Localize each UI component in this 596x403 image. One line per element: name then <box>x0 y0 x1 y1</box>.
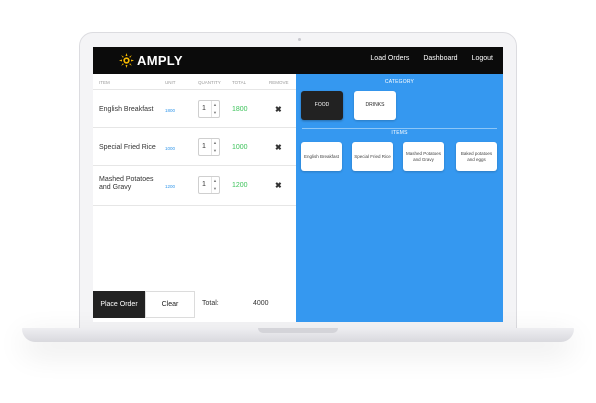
category-drinks-button[interactable]: DRINKS <box>354 91 396 120</box>
brand-name: AMPLY <box>137 53 183 68</box>
order-footer: Place Order Clear Total: 4000 <box>93 290 296 322</box>
top-navbar: AMPLY Load Orders Dashboard Logout <box>93 47 503 74</box>
nav-links: Load Orders Dashboard Logout <box>370 55 493 62</box>
order-table-header: ITEM UNIT QUANTITY TOTAL REMOVE <box>93 74 296 90</box>
header-remove: REMOVE <box>269 80 289 85</box>
brand-logo[interactable]: AMPLY <box>119 53 183 68</box>
nav-logout[interactable]: Logout <box>472 55 493 62</box>
row-item-name: Special Fried Rice <box>99 144 156 151</box>
chevron-up-icon[interactable]: ▲ <box>213 103 217 107</box>
row-total: 1200 <box>232 182 248 189</box>
row-unit-price: 1000 <box>165 146 176 151</box>
menu-item-card[interactable]: English Breakfast <box>301 142 342 171</box>
chevron-down-icon[interactable]: ▼ <box>213 187 217 191</box>
category-title: CATEGORY <box>384 79 415 85</box>
row-unit-price: 1200 <box>165 184 176 189</box>
quantity-stepper[interactable]: 1 ▲ ▼ <box>198 138 220 156</box>
total-label: Total: <box>202 300 219 307</box>
sun-icon <box>119 53 134 68</box>
row-total: 1800 <box>232 106 248 113</box>
quantity-value: 1 <box>202 143 206 150</box>
menu-item-card[interactable]: Special Fried Rice <box>352 142 393 171</box>
row-item-name: English Breakfast <box>99 106 154 113</box>
menu-panel: CATEGORY FOOD DRINKS ITEMS English Break… <box>296 74 503 322</box>
stepper-arrows: ▲ ▼ <box>211 139 219 155</box>
row-total: 1000 <box>232 144 248 151</box>
section-divider <box>302 128 497 129</box>
quantity-stepper[interactable]: 1 ▲ ▼ <box>198 100 220 118</box>
table-row: Mashed Potatoes and Gravy 1200 1 ▲ ▼ 120… <box>93 166 296 206</box>
chevron-down-icon[interactable]: ▼ <box>213 111 217 115</box>
header-unit: UNIT <box>165 80 176 85</box>
stepper-arrows: ▲ ▼ <box>211 101 219 117</box>
menu-item-card[interactable]: Mashed Potatoes and Gravy <box>403 142 444 171</box>
quantity-stepper[interactable]: 1 ▲ ▼ <box>198 176 220 194</box>
quantity-value: 1 <box>202 181 206 188</box>
stepper-arrows: ▲ ▼ <box>211 177 219 193</box>
order-panel: ITEM UNIT QUANTITY TOTAL REMOVE English … <box>93 74 296 322</box>
table-row: English Breakfast 1800 1 ▲ ▼ 1800 ✖ <box>93 90 296 128</box>
quantity-value: 1 <box>202 105 206 112</box>
table-row: Special Fried Rice 1000 1 ▲ ▼ 1000 ✖ <box>93 128 296 166</box>
close-icon[interactable]: ✖ <box>275 181 282 190</box>
laptop-notch <box>258 328 338 333</box>
place-order-button[interactable]: Place Order <box>93 291 145 318</box>
header-quantity: QUANTITY <box>198 80 221 85</box>
close-icon[interactable]: ✖ <box>275 143 282 152</box>
laptop-camera <box>298 38 301 41</box>
row-unit-price: 1800 <box>165 108 176 113</box>
menu-item-card[interactable]: Baked potatoes and eggs <box>456 142 497 171</box>
header-item: ITEM <box>99 80 110 85</box>
nav-dashboard[interactable]: Dashboard <box>423 55 457 62</box>
row-item-name: Mashed Potatoes and Gravy <box>99 176 154 191</box>
chevron-down-icon[interactable]: ▼ <box>213 149 217 153</box>
header-total: TOTAL <box>232 80 247 85</box>
app-screen: AMPLY Load Orders Dashboard Logout ITEM … <box>93 47 503 322</box>
chevron-up-icon[interactable]: ▲ <box>213 141 217 145</box>
clear-button[interactable]: Clear <box>145 291 195 318</box>
chevron-up-icon[interactable]: ▲ <box>213 179 217 183</box>
items-title: ITEMS <box>391 130 408 136</box>
close-icon[interactable]: ✖ <box>275 105 282 114</box>
category-food-button[interactable]: FOOD <box>301 91 343 120</box>
nav-load-orders[interactable]: Load Orders <box>370 55 409 62</box>
total-value: 4000 <box>253 300 269 307</box>
